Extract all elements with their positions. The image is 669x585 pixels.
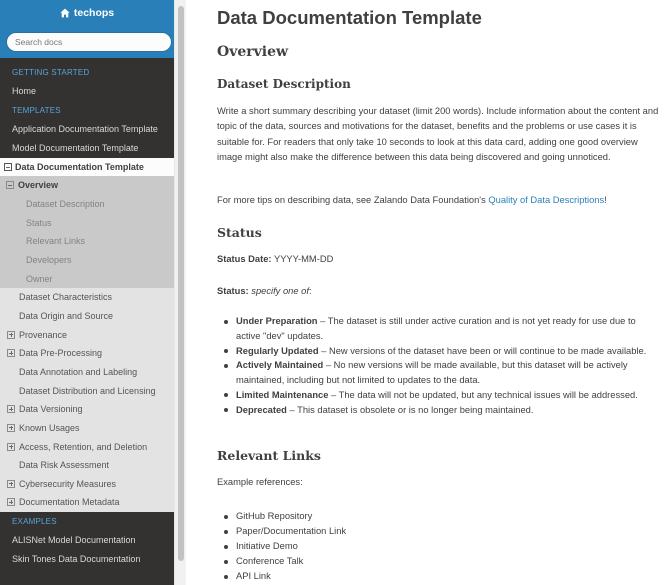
sidebar-section-provenance[interactable]: Provenance: [0, 325, 174, 345]
tips-text: For more tips on describing data, see Za…: [217, 195, 489, 205]
sidebar: techops GETTING STARTED Home TEMPLATES A…: [0, 0, 174, 585]
caption-templates: TEMPLATES: [12, 106, 61, 115]
sidebar-section-dataset-characteristics[interactable]: Dataset Characteristics: [0, 288, 174, 308]
brand-home-link[interactable]: techops: [60, 5, 114, 21]
sidebar-item-example-skin-tones[interactable]: Skin Tones Data Documentation: [0, 550, 174, 569]
sidebar-subitem-dataset-description[interactable]: Dataset Description: [0, 195, 174, 214]
status-date-value: YYYY-MM-DD: [271, 254, 334, 264]
brand-label: techops: [73, 7, 115, 19]
sidebar-item-model-template[interactable]: Model Documentation Template: [0, 139, 174, 158]
list-item: Paper/Documentation Link: [223, 524, 661, 539]
dataset-description-heading: Dataset Description: [217, 77, 351, 91]
dataset-description-text: Write a short summary describing your da…: [217, 106, 659, 163]
sidebar-item-overview[interactable]: Overview: [0, 176, 174, 195]
sidebar-item-label: Access, Retention, and Deletion: [19, 441, 148, 452]
sidebar-item-label: Provenance: [19, 329, 68, 340]
sidebar-section-cybersecurity[interactable]: Cybersecurity Measures: [0, 474, 174, 494]
list-item: GitHub Repository: [223, 509, 661, 524]
status-date-label: Status Date:: [217, 254, 272, 264]
expand-icon[interactable]: [7, 330, 15, 339]
sidebar-section-risk[interactable]: Data Risk Assessment: [0, 456, 174, 475]
status-hint-suffix: :: [308, 286, 312, 296]
current-page-nav: Data Documentation Template Overview Dat…: [0, 158, 174, 513]
collapse-icon[interactable]: [6, 181, 14, 189]
references-list: GitHub Repository Paper/Documentation Li…: [223, 509, 661, 584]
list-item: Regularly Updated – New versions of the …: [223, 344, 661, 359]
sidebar-section-data-origin[interactable]: Data Origin and Source: [0, 307, 174, 326]
expand-icon[interactable]: [7, 349, 15, 358]
expand-icon[interactable]: [7, 479, 15, 488]
sidebar-header: techops: [0, 0, 174, 58]
sidebar-section-versioning[interactable]: Data Versioning: [0, 400, 174, 419]
sidebar-section-pre-processing[interactable]: Data Pre-Processing: [0, 344, 174, 363]
sidebar-section-access[interactable]: Access, Retention, and Deletion: [0, 437, 174, 457]
list-item: Initiative Demo: [223, 539, 661, 554]
sidebar-item-label: Overview: [18, 180, 59, 190]
status-option-desc: – The data will not be updated, but any …: [328, 389, 638, 400]
sidebar-item-home[interactable]: Home: [0, 82, 174, 101]
quality-of-data-descriptions-link[interactable]: Quality of Data Descriptions: [488, 195, 604, 205]
sidebar-item-application-template[interactable]: Application Documentation Template: [0, 120, 174, 139]
status-options-list: Under Preparation – The dataset is still…: [223, 314, 661, 418]
sidebar-item-data-template[interactable]: Data Documentation Template: [0, 158, 174, 176]
status-option-term: Limited Maintenance: [236, 389, 329, 400]
caption-getting-started: GETTING STARTED: [12, 68, 90, 77]
sidebar-section-metadata[interactable]: Documentation Metadata: [0, 493, 174, 513]
sidebar-item-label: Documentation Metadata: [19, 497, 120, 508]
relevant-links-heading: Relevant Links: [217, 448, 321, 463]
sidebar-scrollbar[interactable]: [174, 0, 186, 585]
scrollbar-thumb[interactable]: [178, 6, 184, 561]
page-title: Data Documentation Template: [217, 7, 482, 28]
home-icon: [60, 8, 70, 18]
open-section: Overview Dataset Description Status Rele…: [0, 176, 174, 289]
status-heading: Status: [217, 225, 262, 240]
sidebar-section-distribution[interactable]: Dataset Distribution and Licensing: [0, 381, 174, 401]
sidebar-item-label: Known Usages: [19, 422, 80, 433]
sidebar-item-label: Cybersecurity Measures: [19, 478, 117, 489]
list-item: API Link: [223, 569, 661, 584]
sidebar-item-example-alisnet[interactable]: ALISNet Model Documentation: [0, 531, 174, 550]
collapse-icon[interactable]: [4, 163, 12, 171]
sidebar-subitem-relevant-links[interactable]: Relevant Links: [0, 232, 174, 251]
list-item: Deprecated – This dataset is obsolete or…: [223, 403, 661, 418]
list-item: Limited Maintenance – The data will not …: [223, 388, 661, 403]
status-option-term: Regularly Updated: [236, 345, 319, 356]
sidebar-subitem-status[interactable]: Status: [0, 214, 174, 233]
tips-paragraph: For more tips on describing data, see Za…: [217, 193, 662, 208]
expand-icon[interactable]: [7, 498, 15, 507]
status-option-desc: – New versions of the dataset have been …: [318, 345, 647, 356]
example-references-text: Example references:: [217, 477, 303, 487]
status-date-line: Status Date: YYYY-MM-DD: [217, 252, 662, 267]
caption-examples: EXAMPLES: [12, 517, 57, 527]
sidebar-section-known-usages[interactable]: Known Usages: [0, 418, 174, 438]
tips-suffix: !: [604, 195, 607, 205]
status-line: Status: specify one of:: [217, 284, 662, 299]
status-hint: specify one of: [248, 286, 309, 296]
status-option-term: Deprecated: [236, 404, 287, 415]
status-option-desc: – This dataset is obsolete or is no long…: [286, 404, 534, 415]
list-item: Conference Talk: [223, 554, 661, 569]
status-label: Status:: [217, 286, 249, 296]
sidebar-subitem-owner[interactable]: Owner: [0, 270, 174, 289]
sidebar-item-label: Data Versioning: [19, 404, 83, 415]
search-input[interactable]: [6, 32, 172, 52]
expand-icon[interactable]: [7, 423, 15, 432]
list-item: Under Preparation – The dataset is still…: [223, 314, 661, 344]
sidebar-subitem-developers[interactable]: Developers: [0, 251, 174, 270]
status-option-term: Under Preparation: [236, 316, 318, 326]
list-item: Actively Maintained – No new versions wi…: [223, 358, 661, 388]
sidebar-section-annotation[interactable]: Data Annotation and Labeling: [0, 363, 174, 382]
sidebar-item-label: Data Pre-Processing: [19, 348, 103, 359]
expand-icon[interactable]: [7, 405, 15, 414]
sidebar-item-label: Data Documentation Template: [15, 162, 144, 172]
expand-icon[interactable]: [7, 442, 15, 451]
overview-heading: Overview: [217, 44, 289, 60]
status-option-term: Actively Maintained: [236, 360, 324, 371]
